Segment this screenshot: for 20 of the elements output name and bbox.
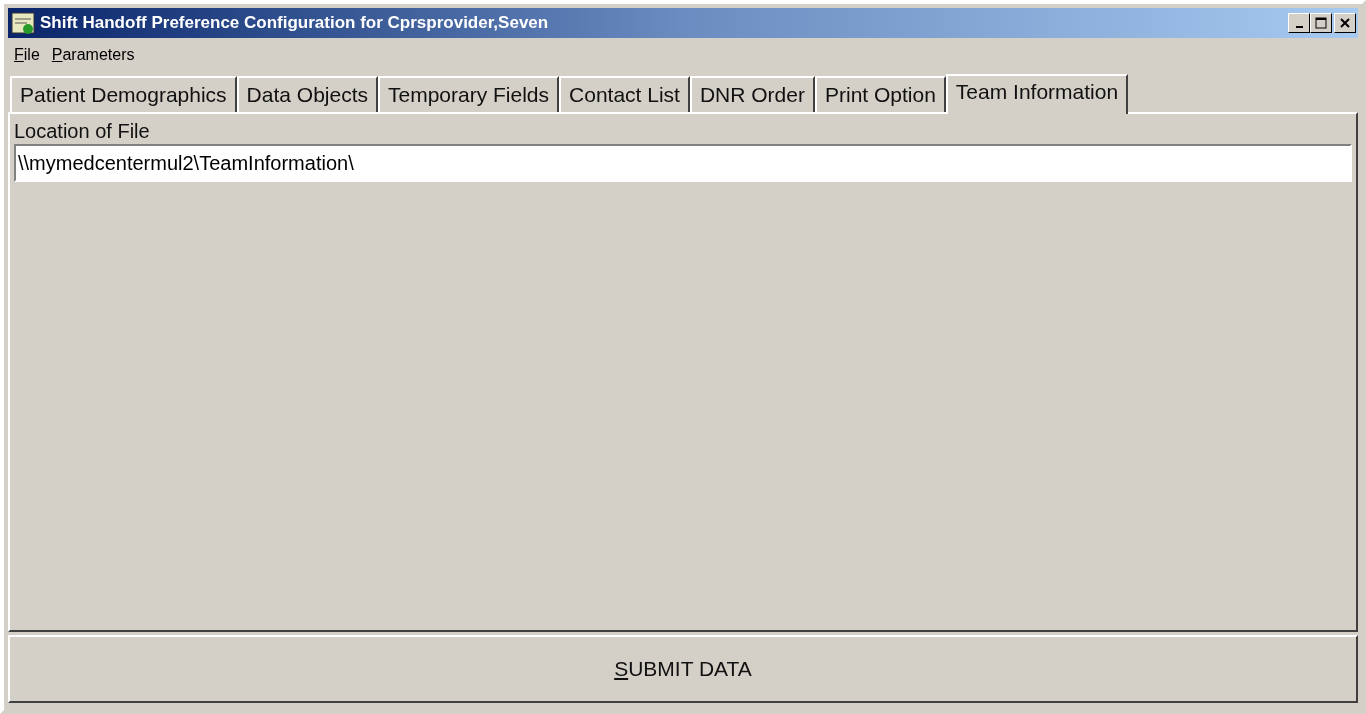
minimize-button[interactable]: [1288, 13, 1310, 33]
submit-button[interactable]: SUBMIT DATA: [8, 635, 1358, 703]
maximize-button[interactable]: [1310, 13, 1332, 33]
tab[interactable]: Contact List: [559, 76, 690, 112]
menu-item[interactable]: Parameters: [47, 43, 139, 67]
location-input-field[interactable]: \\mymedcentermul2\TeamInformation\: [14, 144, 1352, 182]
close-button[interactable]: [1334, 13, 1356, 33]
app-icon: [10, 11, 36, 35]
tab[interactable]: Data Objects: [236, 76, 378, 112]
close-icon: [1340, 18, 1350, 28]
field-label: Location of File: [14, 119, 150, 144]
tab[interactable]: Team Information: [945, 74, 1129, 114]
tab[interactable]: Temporary Fields: [378, 76, 560, 112]
window-title: Shift Handoff Preference Configuration for Cprsprovider,Seven: [40, 12, 549, 35]
maximize-icon: [1315, 17, 1327, 29]
menu-item[interactable]: File: [10, 43, 44, 67]
tab[interactable]: Patient Demographics: [10, 76, 237, 112]
tab[interactable]: Print Option: [814, 76, 946, 112]
minimize-icon: [1295, 26, 1303, 28]
tab[interactable]: DNR Order: [689, 76, 815, 112]
